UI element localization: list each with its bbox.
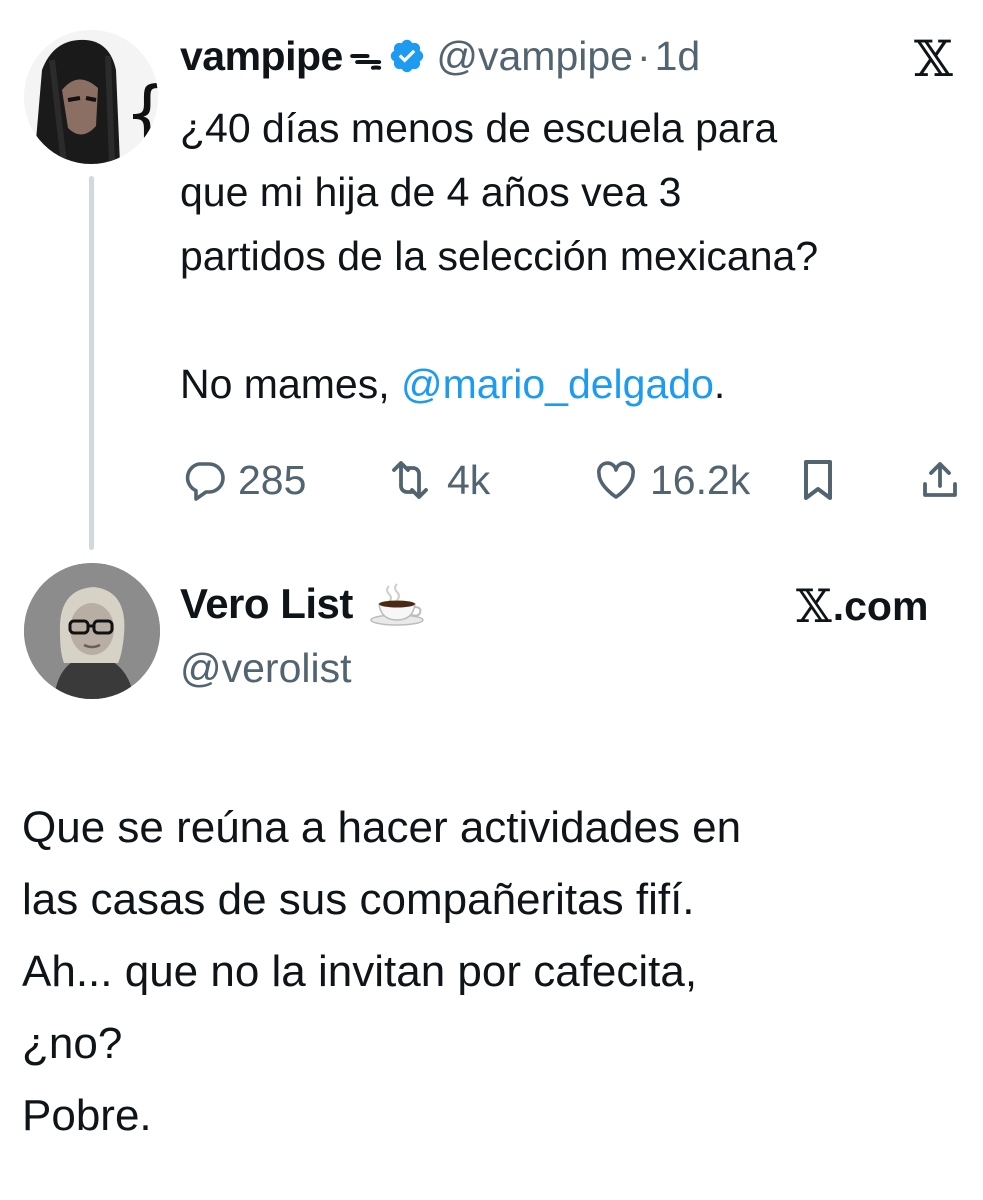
bookmark-button[interactable] — [796, 452, 840, 508]
reply-count: 285 — [238, 456, 307, 503]
x-logo-icon[interactable]: 𝕏 — [914, 34, 953, 84]
share-button[interactable] — [916, 452, 964, 508]
x-logo-small-icon: 𝕏 — [796, 579, 832, 633]
vampipe-avatar[interactable]: { — [24, 30, 158, 164]
mention-link[interactable]: @mario_delgado — [401, 361, 714, 407]
xcom-source-text: .com — [832, 583, 929, 629]
thread-connector-line — [89, 176, 94, 550]
coffee-cup-icon — [367, 582, 425, 626]
retweet-button[interactable]: 4k — [383, 452, 490, 508]
verified-badge-icon — [388, 37, 426, 75]
like-button[interactable]: 16.2k — [592, 452, 750, 508]
reply-button[interactable]: 285 — [180, 452, 306, 508]
like-icon — [597, 461, 635, 499]
name-emoji-icon: ᯓ — [348, 39, 383, 77]
parent-tweet-text-end: . — [713, 361, 726, 407]
share-icon — [923, 462, 957, 497]
parent-author-name[interactable]: vampipe — [180, 33, 343, 80]
parent-tweet-header: vampipe ᯓ @vampipe · 1d — [180, 28, 700, 84]
separator-dot: · — [636, 32, 651, 79]
tweet-time[interactable]: 1d — [655, 33, 701, 80]
retweet-count: 4k — [447, 456, 491, 503]
reply-text: Que se reúna a hacer actividades en las … — [22, 803, 742, 1140]
like-count: 16.2k — [650, 456, 751, 503]
reply-author-handle[interactable]: @verolist — [180, 640, 352, 696]
retweet-icon — [392, 461, 428, 499]
xcom-source-link[interactable]: 𝕏 .com — [796, 578, 928, 634]
parent-author-handle[interactable]: @vampipe — [436, 33, 633, 80]
bookmark-icon — [804, 460, 832, 500]
tweet-actions-bar: 285 4k 16.2k — [180, 452, 965, 508]
verolist-avatar-image — [24, 563, 160, 699]
reply-icon — [185, 462, 225, 501]
verolist-avatar[interactable] — [24, 563, 160, 699]
parent-tweet-text: ¿40 días menos de escuela para que mi hi… — [180, 96, 970, 416]
vampipe-avatar-image: { — [24, 30, 158, 164]
svg-text:{: { — [124, 71, 158, 155]
reply-author-name[interactable]: Vero List — [180, 580, 353, 628]
reply-header: Vero List — [180, 576, 425, 632]
